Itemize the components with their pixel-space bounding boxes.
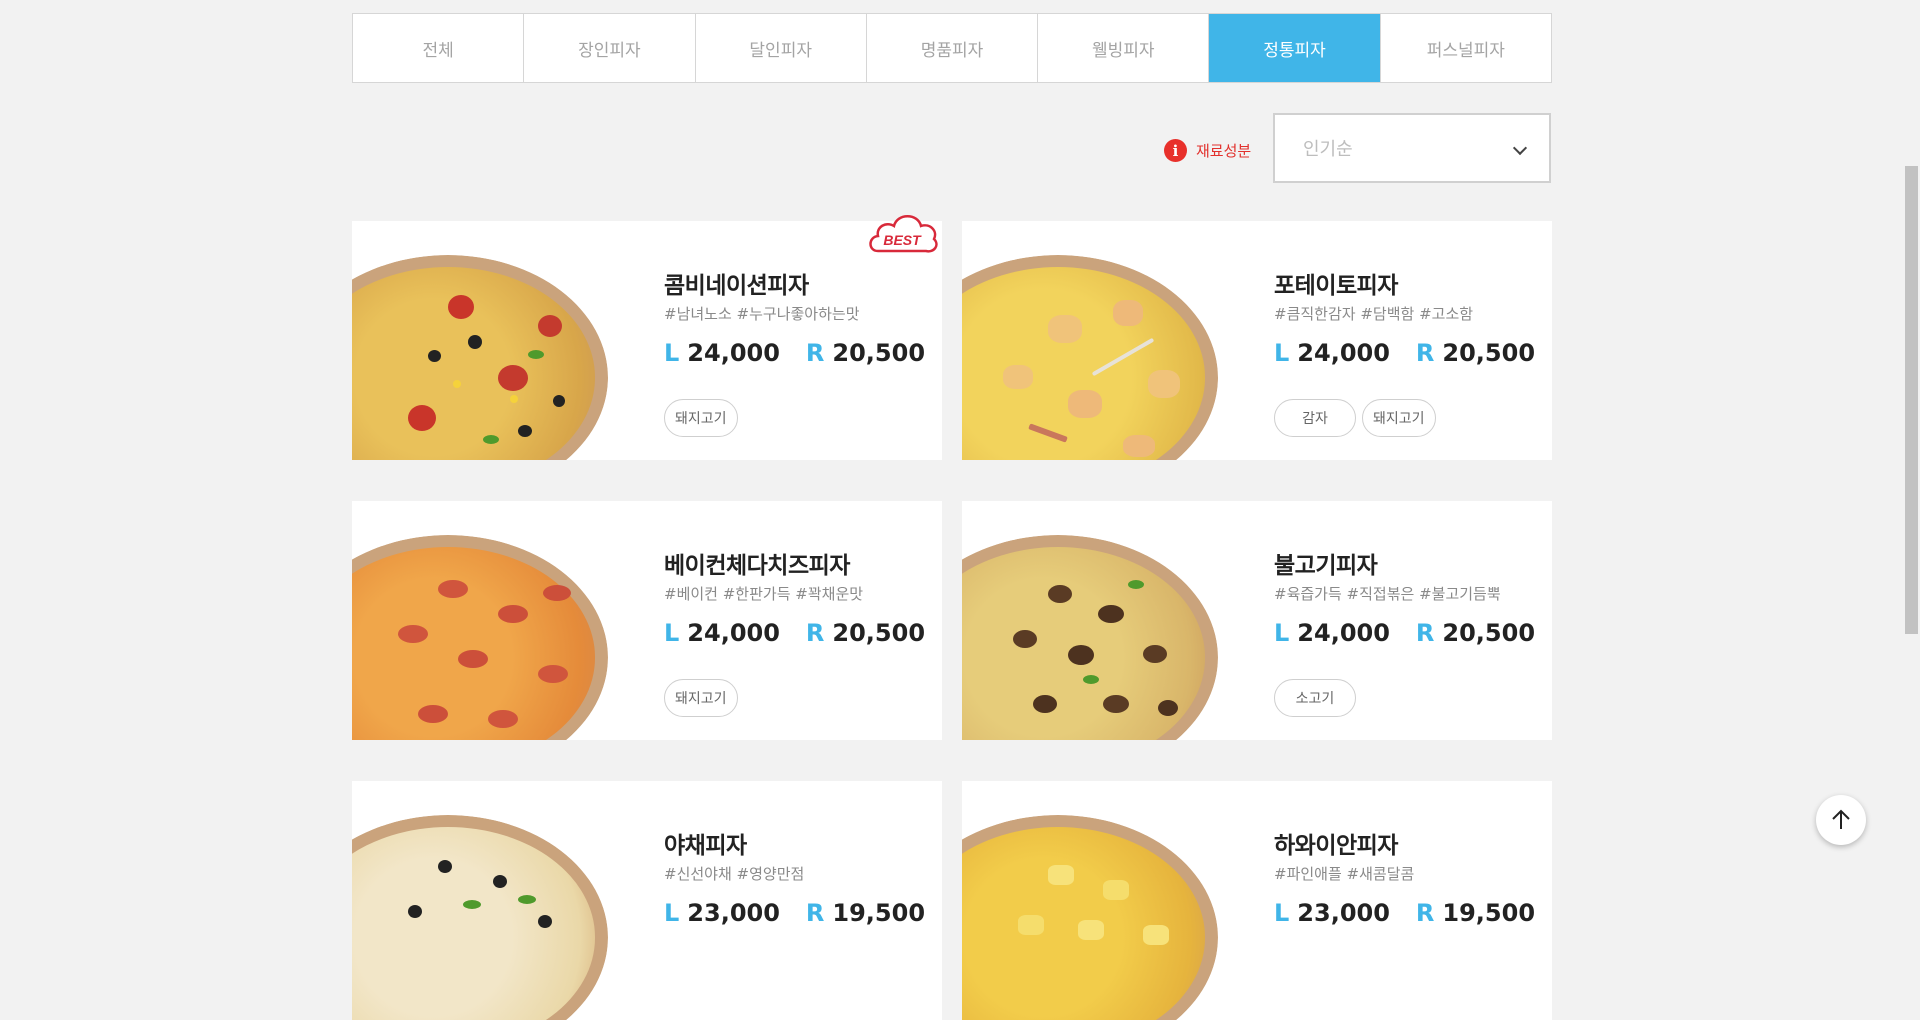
price-regular: 20,500 [1442,619,1536,647]
ingredient-chip[interactable]: 감자 [1274,399,1356,437]
info-icon: i [1164,139,1187,162]
product-card[interactable]: 하와이안피자 #파인애플 #새콤달콤 L 23,000 R 19,500 [962,781,1552,1020]
product-name[interactable]: 야채피자 [664,826,747,860]
size-regular-label: R [805,899,825,927]
product-tags: #큼직한감자 #담백함 #고소함 [1274,305,1474,323]
price-large: 24,000 [1297,619,1390,647]
price-row: L 24,000 R 20,500 [1274,339,1535,367]
ingredient-chip[interactable]: 돼지고기 [1362,399,1436,437]
svg-text:BEST: BEST [883,232,922,248]
sort-selected-value: 인기순 [1303,139,1353,160]
tab-expert[interactable]: 달인피자 [696,14,867,82]
size-regular-label: R [805,619,825,647]
size-large-label: L [664,339,680,367]
back-to-top-button[interactable] [1816,795,1866,845]
product-tags: #신선야채 #영양만점 [664,865,805,883]
product-tags: #베이컨 #한판가득 #꽉채운맛 [664,585,864,603]
category-tabs: 전체 장인피자 달인피자 명품피자 웰빙피자 정통피자 퍼스널피자 [352,13,1552,83]
product-name[interactable]: 콤비네이션피자 [664,266,809,300]
price-row: L 24,000 R 20,500 [664,339,925,367]
ingredient-chips: 돼지고기 [664,399,744,437]
price-large: 23,000 [1297,899,1390,927]
price-regular: 19,500 [832,899,926,927]
ingredient-chip[interactable]: 소고기 [1274,679,1356,717]
tab-wellbeing[interactable]: 웰빙피자 [1038,14,1210,82]
pizza-image [962,255,1218,460]
price-regular: 20,500 [832,619,926,647]
product-name[interactable]: 포테이토피자 [1274,266,1398,300]
price-row: L 24,000 R 20,500 [664,619,925,647]
ingredient-chips: 소고기 [1274,679,1362,717]
size-regular-label: R [1415,899,1435,927]
price-large: 24,000 [687,619,780,647]
tab-premium[interactable]: 명품피자 [867,14,1039,82]
price-row: L 24,000 R 20,500 [1274,619,1535,647]
ingredient-chips: 돼지고기 [664,679,744,717]
product-name[interactable]: 베이컨체다치즈피자 [664,546,850,580]
pizza-image [962,535,1218,740]
product-card[interactable]: 베이컨체다치즈피자 #베이컨 #한판가득 #꽉채운맛 L 24,000 R 20… [352,501,942,740]
ingredient-chips: 감자 돼지고기 [1274,399,1442,437]
product-card[interactable]: 불고기피자 #육즙가득 #직접볶은 #불고기듬뿍 L 24,000 R 20,5… [962,501,1552,740]
size-regular-label: R [1415,339,1435,367]
size-large-label: L [664,899,680,927]
product-name[interactable]: 하와이안피자 [1274,826,1398,860]
pizza-image [352,255,608,460]
product-card[interactable]: 콤비네이션피자 #남녀노소 #누구나좋아하는맛 L 24,000 R 20,50… [352,221,942,460]
vertical-scrollbar[interactable] [1903,0,1920,936]
price-regular: 19,500 [1442,899,1536,927]
ingredient-label: 재료성분 [1196,142,1252,160]
size-regular-label: R [1415,619,1435,647]
product-card[interactable]: 야채피자 #신선야채 #영양만점 L 23,000 R 19,500 [352,781,942,1020]
arrow-up-icon [1832,809,1850,829]
size-large-label: L [1274,339,1290,367]
size-large-label: L [1274,619,1290,647]
ingredient-info-link[interactable]: i 재료성분 [1164,139,1251,162]
price-large: 24,000 [687,339,780,367]
size-large-label: L [664,619,680,647]
tab-classic[interactable]: 정통피자 [1209,14,1381,82]
tab-all[interactable]: 전체 [353,14,525,82]
pizza-image [352,815,608,1020]
pizza-image [962,815,1218,1020]
product-name[interactable]: 불고기피자 [1274,546,1378,580]
product-card[interactable]: 포테이토피자 #큼직한감자 #담백함 #고소함 L 24,000 R 20,50… [962,221,1552,460]
scrollbar-thumb[interactable] [1905,166,1918,634]
ingredient-chip[interactable]: 돼지고기 [664,679,738,717]
product-tags: #육즙가득 #직접볶은 #불고기듬뿍 [1274,585,1501,603]
best-badge-icon: BEST [869,215,938,253]
price-regular: 20,500 [1442,339,1536,367]
price-row: L 23,000 R 19,500 [664,899,925,927]
size-regular-label: R [805,339,825,367]
chevron-down-icon [1512,140,1528,156]
ingredient-chip[interactable]: 돼지고기 [664,399,738,437]
product-tags: #남녀노소 #누구나좋아하는맛 [664,305,860,323]
pizza-image [352,535,608,740]
price-large: 24,000 [1297,339,1390,367]
price-row: L 23,000 R 19,500 [1274,899,1535,927]
product-tags: #파인애플 #새콤달콤 [1274,865,1415,883]
price-large: 23,000 [687,899,780,927]
size-large-label: L [1274,899,1290,927]
sort-select[interactable]: 인기순 [1273,113,1551,183]
tab-master[interactable]: 장인피자 [524,14,696,82]
tab-personal[interactable]: 퍼스널피자 [1381,14,1551,82]
price-regular: 20,500 [832,339,926,367]
